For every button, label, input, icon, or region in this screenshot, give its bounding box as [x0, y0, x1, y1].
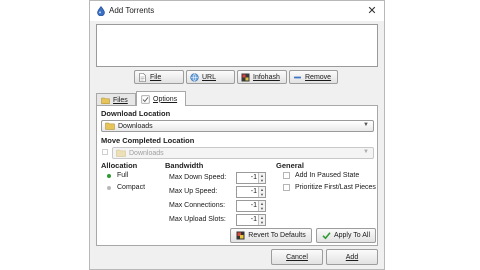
chevron-down-icon: ▼ [363, 122, 369, 128]
max-up-speed-label: Max Up Speed: [169, 188, 218, 195]
add-label: Add [345, 253, 359, 261]
max-up-speed-spinner[interactable]: -1 ▲ ▼ [236, 186, 266, 198]
cancel-label: Cancel [286, 253, 308, 261]
max-down-speed-label: Max Down Speed: [169, 174, 227, 181]
spinner-arrows-icon[interactable]: ▲ ▼ [258, 187, 265, 197]
download-location-select[interactable]: Downloads ▼ [101, 120, 374, 132]
max-upload-slots-label: Max Upload Slots: [169, 216, 226, 223]
add-url-button[interactable]: URL [186, 70, 235, 84]
apply-to-all-label: Apply To All [333, 232, 371, 239]
add-url-label: URL [202, 73, 217, 81]
max-up-speed-value: -1 [250, 188, 257, 195]
file-icon [139, 72, 146, 82]
deluge-app-icon [97, 6, 105, 16]
folder-icon [101, 97, 110, 104]
allocation-full-radio[interactable]: Full [107, 172, 128, 179]
allocation-heading: Allocation [101, 161, 138, 170]
max-down-speed-value: -1 [250, 174, 257, 181]
revert-label: Revert To Defaults [248, 232, 306, 239]
prioritize-label: Prioritize First/Last Pieces [295, 184, 376, 191]
folder-icon [116, 149, 126, 157]
cancel-button[interactable]: Cancel [271, 249, 323, 265]
options-icon [141, 95, 150, 104]
revert-to-defaults-button[interactable]: Revert To Defaults [230, 228, 312, 243]
tab-options-label: Options [153, 95, 178, 103]
general-heading: General [276, 161, 304, 170]
chevron-down-icon: ▼ [363, 149, 369, 155]
prioritize-checkbox[interactable]: Prioritize First/Last Pieces [283, 184, 376, 191]
remove-button[interactable]: Remove [289, 70, 338, 84]
add-infohash-label: Infohash [253, 73, 280, 81]
max-upload-slots-value: -1 [250, 216, 257, 223]
spinner-arrows-icon[interactable]: ▲ ▼ [258, 201, 265, 211]
move-completed-value: Downloads [129, 149, 164, 157]
add-file-button[interactable]: File [134, 70, 184, 84]
checkmark-icon [322, 232, 331, 240]
remove-icon [294, 76, 301, 78]
radio-unselected-icon [107, 185, 111, 190]
allocation-compact-label: Compact [117, 184, 146, 191]
spinner-arrows-icon[interactable]: ▲ ▼ [258, 215, 265, 225]
max-down-speed-spinner[interactable]: -1 ▲ ▼ [236, 172, 266, 184]
torrent-list[interactable] [96, 24, 378, 67]
download-location-heading: Download Location [101, 109, 171, 118]
add-paused-checkbox[interactable]: Add In Paused State [283, 172, 359, 179]
tab-options[interactable]: Options [136, 91, 186, 106]
allocation-full-label: Full [117, 172, 129, 179]
spinner-arrows-icon[interactable]: ▲ ▼ [258, 173, 265, 183]
folder-icon [105, 122, 115, 130]
max-connections-value: -1 [250, 202, 257, 209]
tab-files-label: Files [113, 96, 128, 104]
window-title: Add Torrents [109, 6, 155, 15]
add-file-label: File [150, 73, 162, 81]
infohash-icon [241, 73, 250, 81]
allocation-compact-radio[interactable]: Compact [107, 184, 145, 191]
move-completed-select[interactable]: Downloads ▼ [112, 147, 374, 159]
remove-label: Remove [305, 73, 332, 81]
options-panel: Download Location Downloads ▼ Move Compl… [96, 105, 378, 246]
download-location-value: Downloads [118, 122, 153, 130]
bandwidth-heading: Bandwidth [165, 161, 204, 170]
max-connections-spinner[interactable]: -1 ▲ ▼ [236, 200, 266, 212]
move-completed-heading: Move Completed Location [101, 136, 195, 145]
add-torrents-dialog: Add Torrents ✕ File URL Infohash Remove [89, 0, 385, 270]
title-bar: Add Torrents ✕ [90, 1, 384, 21]
max-upload-slots-spinner[interactable]: -1 ▲ ▼ [236, 214, 266, 226]
add-button[interactable]: Add [326, 249, 378, 265]
radio-selected-icon [107, 173, 111, 178]
apply-to-all-button[interactable]: Apply To All [316, 228, 376, 243]
globe-icon [190, 72, 199, 82]
revert-icon [236, 231, 245, 240]
add-infohash-button[interactable]: Infohash [237, 70, 287, 84]
move-completed-checkbox[interactable] [102, 149, 110, 155]
max-connections-label: Max Connections: [169, 202, 226, 209]
close-icon[interactable]: ✕ [366, 4, 378, 17]
add-paused-label: Add In Paused State [295, 172, 360, 179]
